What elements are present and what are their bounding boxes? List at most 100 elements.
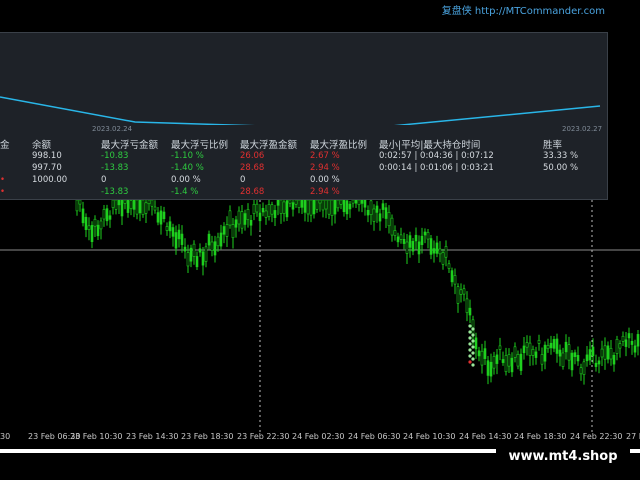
trade-marker bbox=[471, 339, 475, 343]
candle-body bbox=[153, 206, 157, 211]
candle-body bbox=[573, 352, 577, 357]
candle-body bbox=[516, 354, 520, 367]
max-loss-amount-cell: 0 bbox=[101, 175, 107, 185]
max-gain-amount-cell: 0 bbox=[240, 175, 246, 185]
candle-body bbox=[429, 238, 433, 255]
candle-body bbox=[174, 232, 178, 249]
candle-body bbox=[189, 247, 193, 262]
candle-body bbox=[357, 199, 361, 205]
candle-body bbox=[396, 236, 400, 243]
time-axis-label: 30 bbox=[0, 432, 11, 441]
candle-body bbox=[333, 199, 337, 215]
candle-body bbox=[198, 248, 202, 253]
candle-body bbox=[267, 204, 271, 217]
time-axis-label: 24 Feb 06:30 bbox=[348, 432, 401, 441]
candle-body bbox=[501, 359, 505, 363]
candle-body bbox=[462, 288, 466, 295]
candle-body bbox=[90, 225, 94, 243]
candle-body bbox=[612, 354, 616, 365]
candle-body bbox=[408, 235, 412, 248]
candle-body bbox=[144, 202, 148, 214]
candle-body bbox=[438, 248, 442, 255]
stats-row: • 1000.00 0 0.00 % 0 0.00 % bbox=[0, 175, 600, 187]
candle-body bbox=[123, 199, 127, 204]
candle-body bbox=[141, 199, 145, 215]
candle-body bbox=[258, 212, 262, 222]
candle-body bbox=[489, 361, 493, 377]
candle-body bbox=[285, 200, 289, 218]
trade-marker bbox=[468, 360, 472, 364]
candle-body bbox=[102, 209, 106, 220]
candle-body bbox=[204, 246, 208, 262]
candle-body bbox=[525, 342, 529, 348]
candle-body bbox=[453, 275, 457, 285]
candle-body bbox=[540, 354, 544, 365]
candle-body bbox=[603, 345, 607, 360]
candle-body bbox=[261, 207, 265, 213]
candle-body bbox=[369, 200, 373, 215]
candle-body bbox=[456, 286, 460, 304]
candle-body bbox=[555, 338, 559, 354]
candle-body bbox=[291, 202, 295, 210]
candle-body bbox=[225, 224, 229, 237]
candle-body bbox=[600, 348, 604, 358]
time-axis-label: 24 Feb 02:30 bbox=[292, 432, 345, 441]
brand-link[interactable]: 复盘侠 http://MTCommander.com bbox=[442, 2, 605, 17]
equity-line bbox=[0, 96, 601, 125]
candle-body bbox=[234, 219, 238, 228]
candle-body bbox=[159, 210, 163, 225]
candle-body bbox=[255, 203, 259, 213]
candle-body bbox=[420, 235, 424, 246]
col-header-balance: 余额 bbox=[32, 140, 52, 151]
candle-body bbox=[207, 233, 211, 246]
time-axis-label: 27 Fe bbox=[626, 432, 640, 441]
candle-body bbox=[138, 199, 142, 214]
candle-body bbox=[534, 351, 538, 358]
max-loss-amount-cell: -13.83 bbox=[101, 187, 129, 197]
candle-body bbox=[399, 234, 403, 240]
candle-body bbox=[447, 263, 451, 269]
candle-body bbox=[105, 208, 109, 222]
candle-body bbox=[282, 201, 286, 214]
stats-header-row: 金 余额 最大浮亏金额 最大浮亏比例 最大浮盈金额 最大浮盈比例 最小|平均|最… bbox=[0, 137, 600, 151]
max-loss-pct-cell: -1.10 % bbox=[171, 151, 204, 161]
col-header-max-loss-amount: 最大浮亏金额 bbox=[101, 140, 159, 151]
candle-body bbox=[414, 234, 418, 242]
candle-body bbox=[231, 224, 235, 239]
candle-body bbox=[294, 199, 298, 205]
candle-body bbox=[249, 219, 253, 226]
candle-body bbox=[426, 232, 430, 240]
candle-body bbox=[582, 361, 586, 375]
candle-body bbox=[474, 337, 478, 350]
candle-body bbox=[300, 199, 304, 208]
candle-body bbox=[465, 298, 469, 313]
candle-body bbox=[354, 199, 358, 204]
candle-body bbox=[243, 213, 247, 225]
candle-body bbox=[84, 216, 88, 230]
candle-body bbox=[171, 227, 175, 237]
candle-body bbox=[156, 212, 160, 223]
candle-body bbox=[99, 220, 103, 230]
candle-body bbox=[432, 248, 436, 254]
candle-body bbox=[495, 354, 499, 364]
candle-body bbox=[477, 350, 481, 357]
candle-body bbox=[318, 199, 322, 204]
stats-row: 998.10 -10.83 -1.10 % 26.06 2.67 % 0:02:… bbox=[0, 151, 600, 163]
candle-body bbox=[411, 241, 415, 252]
candle-body bbox=[549, 342, 553, 349]
col-header-max-loss-pct: 最大浮亏比例 bbox=[171, 140, 229, 151]
candle-body bbox=[372, 208, 376, 222]
col-header-hold-time: 最小|平均|最大持仓时间 bbox=[379, 140, 481, 151]
candle-body bbox=[486, 360, 490, 376]
candle-body bbox=[126, 199, 130, 213]
candle-body bbox=[147, 199, 151, 205]
mini-chart-end-date: 2023.02.27 bbox=[562, 125, 603, 133]
balance-cell: 997.70 bbox=[32, 163, 62, 173]
max-gain-amount-cell: 26.06 bbox=[240, 151, 265, 161]
time-axis-label: 24 Feb 22:30 bbox=[570, 432, 623, 441]
candle-body bbox=[561, 352, 565, 367]
row-marker: • bbox=[0, 187, 6, 197]
candle-body bbox=[606, 345, 610, 360]
candle-body bbox=[510, 357, 514, 373]
candle-body bbox=[381, 203, 385, 210]
